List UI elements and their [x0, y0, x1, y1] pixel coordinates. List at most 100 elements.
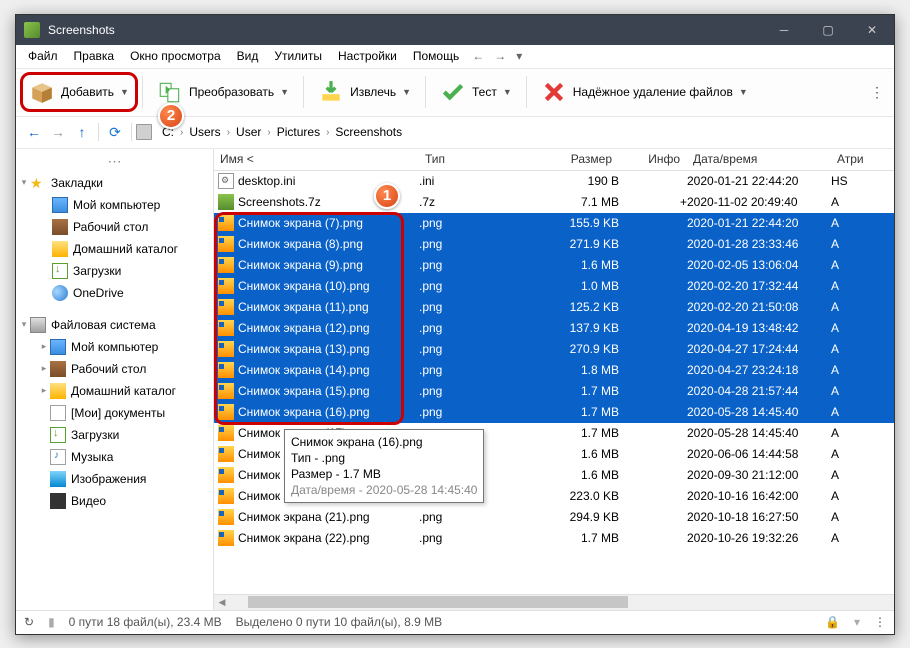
col-type[interactable]: Тип [419, 149, 519, 170]
chevron-down-icon: ▼ [280, 87, 289, 97]
col-name[interactable]: Имя < [214, 149, 419, 170]
item-label: Видео [71, 494, 106, 508]
drive-icon [30, 317, 46, 333]
status-refresh-icon[interactable]: ↻ [24, 615, 34, 629]
test-button[interactable]: Тест ▼ [430, 72, 522, 112]
sidebar-bookmark-item[interactable]: OneDrive [16, 282, 213, 304]
status-more-icon[interactable]: ⋮ [874, 615, 886, 629]
maximize-button[interactable]: ▢ [806, 15, 850, 45]
secure-delete-button[interactable]: Надёжное удаление файлов ▼ [531, 72, 758, 112]
file-row[interactable]: Снимок экрана (14).png.png1.8 MB2020-04-… [214, 360, 894, 381]
file-row[interactable]: Снимок экрана (11).png.png125.2 KB2020-0… [214, 297, 894, 318]
col-attr[interactable]: Атри [831, 149, 894, 170]
app-window: Screenshots ─ ▢ ✕ Файл Правка Окно просм… [15, 14, 895, 635]
file-name: Снимок экрана (8).png [238, 237, 363, 251]
menu-utils[interactable]: Утилиты [266, 47, 330, 65]
sidebar-fs-item[interactable]: Загрузки [16, 424, 213, 446]
crumb-1[interactable]: Users [187, 123, 222, 141]
sidebar-more[interactable]: ⋯ [16, 151, 213, 172]
file-icon [218, 320, 234, 336]
sidebar-fs-header[interactable]: ▾ Файловая система [16, 314, 213, 336]
minimize-button[interactable]: ─ [762, 15, 806, 45]
file-row[interactable]: Снимок экрана (21).png.png294.9 KB2020-1… [214, 507, 894, 528]
menu-arrow-right[interactable]: → [489, 47, 511, 65]
file-date: 2020-01-21 22:44:20 [687, 216, 831, 230]
close-button[interactable]: ✕ [850, 15, 894, 45]
file-size: 190 B [519, 174, 619, 188]
item-icon [52, 241, 68, 257]
file-row[interactable]: Снимок экрана (13).png.png270.9 KB2020-0… [214, 339, 894, 360]
file-row[interactable]: Снимок экрана (7).png.png155.9 KB2020-01… [214, 213, 894, 234]
file-date: 2020-04-19 13:48:42 [687, 321, 831, 335]
add-button[interactable]: Добавить ▼ [20, 72, 138, 112]
scrollbar-thumb[interactable] [248, 596, 628, 608]
file-size: 1.7 MB [519, 405, 619, 419]
file-type: .png [419, 237, 519, 251]
refresh-button[interactable]: ⟳ [103, 120, 127, 144]
sidebar-fs-item[interactable]: Видео [16, 490, 213, 512]
file-row[interactable]: Снимок экрана (15).png.png1.7 MB2020-04-… [214, 381, 894, 402]
file-row[interactable]: Снимок экрана (8).png.png271.9 KB2020-01… [214, 234, 894, 255]
menu-arrow-left[interactable]: ← [467, 47, 489, 65]
sidebar-fs-item[interactable]: [Мои] документы [16, 402, 213, 424]
sidebar-bookmark-item[interactable]: Загрузки [16, 260, 213, 282]
menu-settings[interactable]: Настройки [330, 47, 405, 65]
file-row[interactable]: Снимок экрана (22).png.png1.7 MB2020-10-… [214, 528, 894, 549]
sidebar-fs-item[interactable]: ▸Мой компьютер [16, 336, 213, 358]
nav-up[interactable]: ↑ [70, 120, 94, 144]
menu-file[interactable]: Файл [20, 47, 66, 65]
sidebar-fs-item[interactable]: ▸Домашний каталог [16, 380, 213, 402]
sidebar-fs-item[interactable]: Музыка [16, 446, 213, 468]
x-icon [541, 79, 567, 105]
crumb-3[interactable]: Pictures [275, 123, 322, 141]
file-name: Снимок экрана (10).png [238, 279, 370, 293]
sidebar: ⋯ ▾ Закладки Мой компьютерРабочий столДо… [16, 149, 214, 610]
breadcrumb[interactable]: C:› Users› User› Pictures› Screenshots [156, 123, 408, 141]
secure-delete-label: Надёжное удаление файлов [573, 85, 733, 99]
file-row[interactable]: Снимок экрана (12).png.png137.9 KB2020-0… [214, 318, 894, 339]
file-row[interactable]: Снимок экрана (10).png.png1.0 MB2020-02-… [214, 276, 894, 297]
crumb-2[interactable]: User [234, 123, 263, 141]
col-date[interactable]: Дата/время [687, 149, 831, 170]
menu-view-window[interactable]: Окно просмотра [122, 47, 229, 65]
sidebar-bookmark-item[interactable]: Мой компьютер [16, 194, 213, 216]
sidebar-fs-item[interactable]: ▸Рабочий стол [16, 358, 213, 380]
file-row[interactable]: Снимок экрана (16).png.png1.7 MB2020-05-… [214, 402, 894, 423]
menu-help[interactable]: Помощь [405, 47, 467, 65]
file-icon [218, 341, 234, 357]
file-icon [218, 257, 234, 273]
lock-icon[interactable]: 🔒 [825, 615, 840, 629]
horizontal-scrollbar[interactable]: ◀ [214, 594, 894, 610]
filter-icon[interactable]: ▾ [854, 615, 860, 629]
file-row[interactable]: Снимок экрана (9).png.png1.6 MB2020-02-0… [214, 255, 894, 276]
item-icon [50, 493, 66, 509]
menu-arrow-drop[interactable]: ▾ [511, 47, 527, 65]
file-row[interactable]: Screenshots.7z.7z7.1 MB+2020-11-02 20:49… [214, 192, 894, 213]
file-row[interactable]: desktop.ini.ini190 B2020-01-21 22:44:20H… [214, 171, 894, 192]
nav-forward[interactable]: → [46, 120, 70, 144]
col-info[interactable]: Инфо [619, 149, 687, 170]
file-attr: A [831, 468, 894, 482]
extract-button[interactable]: Извлечь ▼ [308, 72, 421, 112]
star-icon [30, 175, 46, 191]
crumb-4[interactable]: Screenshots [333, 123, 404, 141]
file-date: 2020-04-27 17:24:44 [687, 342, 831, 356]
sidebar-fs-item[interactable]: Изображения [16, 468, 213, 490]
col-size[interactable]: Размер [519, 149, 619, 170]
file-icon [218, 215, 234, 231]
toolbar-overflow[interactable]: ⋮ [864, 78, 890, 107]
file-name: Screenshots.7z [238, 195, 321, 209]
item-label: Загрузки [73, 264, 121, 278]
status-stop-icon[interactable]: ▮ [48, 615, 55, 629]
menu-view[interactable]: Вид [229, 47, 267, 65]
file-name: Снимок экрана (15).png [238, 384, 370, 398]
sidebar-bookmarks-header[interactable]: ▾ Закладки [16, 172, 213, 194]
sidebar-bookmark-item[interactable]: Рабочий стол [16, 216, 213, 238]
file-date: 2020-10-16 16:42:00 [687, 489, 831, 503]
nav-back[interactable]: ← [22, 120, 46, 144]
file-name: Снимок экрана (21).png [238, 510, 370, 524]
chevron-down-icon: ▼ [739, 87, 748, 97]
sidebar-bookmark-item[interactable]: Домашний каталог [16, 238, 213, 260]
item-label: Загрузки [71, 428, 119, 442]
menu-edit[interactable]: Правка [66, 47, 123, 65]
